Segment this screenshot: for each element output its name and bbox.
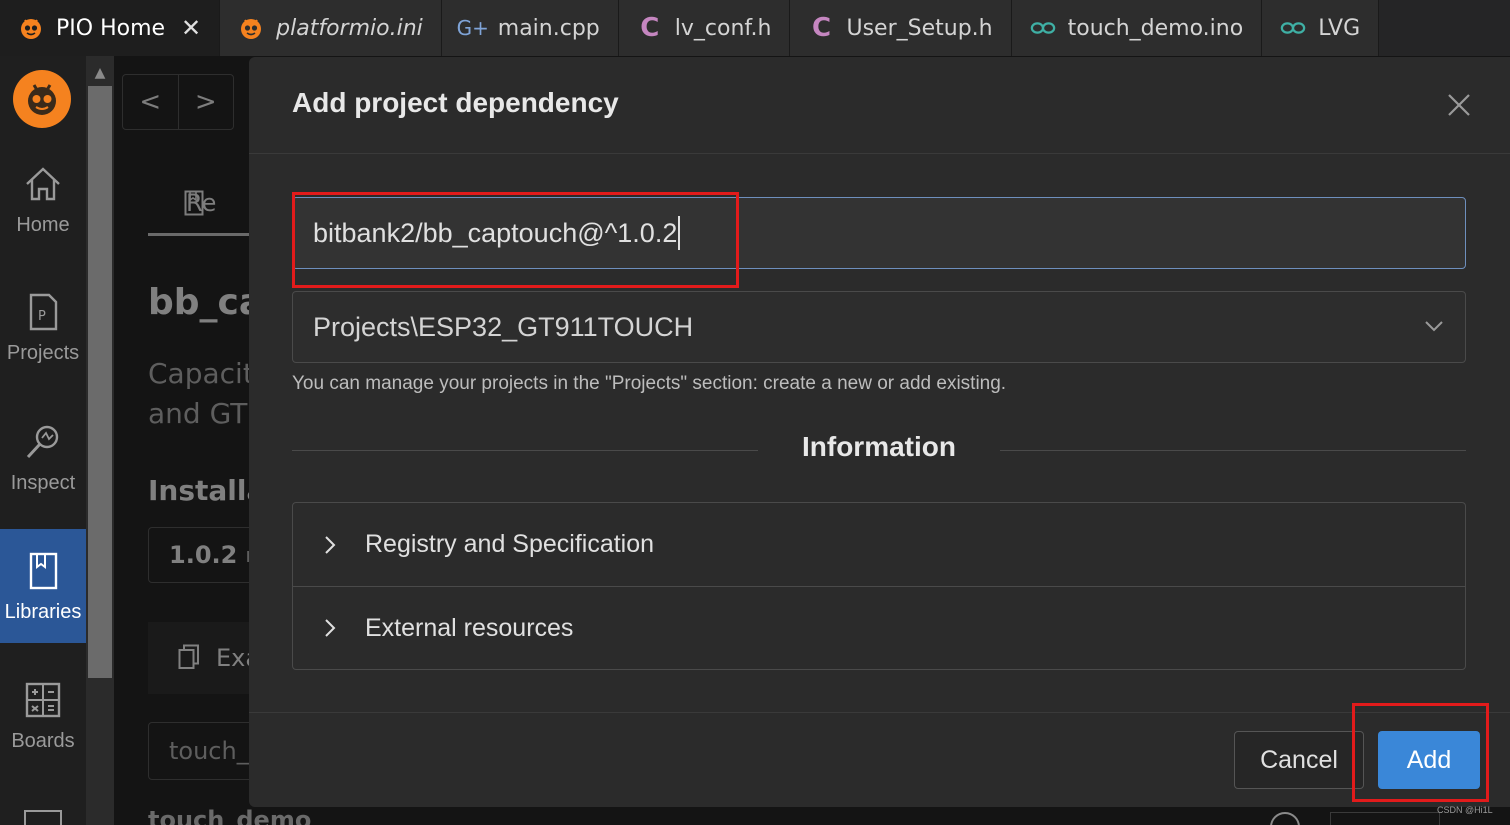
book-icon (184, 190, 204, 222)
arduino-file-icon (1030, 15, 1056, 41)
tab-lvg[interactable]: LVG (1262, 0, 1380, 56)
example-file-heading: touch_demo (148, 806, 312, 825)
platformio-logo[interactable] (13, 70, 71, 128)
tab-label: platformio.ini (276, 15, 423, 41)
accordion-registry-specification[interactable]: Registry and Specification (293, 503, 1465, 586)
history-nav: < > (122, 74, 234, 130)
chevron-right-icon (323, 533, 343, 557)
accordion-external-resources[interactable]: External resources (293, 586, 1465, 669)
copy-icon (178, 644, 200, 676)
tab-label: touch_demo.ino (1067, 15, 1244, 41)
dialog-footer: Cancel Add (249, 712, 1510, 807)
libraries-icon (21, 549, 65, 593)
chevron-right-icon (323, 616, 343, 640)
tab-pio-home[interactable]: PIO Home ✕ (0, 0, 221, 56)
description-line: and GT9 (148, 397, 266, 430)
library-title: bb_ca (148, 282, 264, 323)
project-value: Projects\ESP32_GT911TOUCH (313, 311, 694, 342)
scroll-up-icon[interactable]: ▲ (86, 62, 114, 84)
tab-touch-demo-ino[interactable]: touch_demo.ino (1011, 0, 1263, 56)
cancel-button[interactable]: Cancel (1234, 731, 1364, 789)
tab-label: LVG (1318, 15, 1361, 41)
tab-lv-conf-h[interactable]: C lv_conf.h (618, 0, 791, 56)
sidebar-item-home[interactable]: Home (0, 142, 86, 256)
devices-icon[interactable] (24, 810, 62, 825)
tab-label: PIO Home (56, 15, 166, 41)
sidebar-scrollbar[interactable]: ▲ (86, 56, 114, 825)
information-heading: Information (802, 431, 956, 462)
accordion-label: External resources (365, 613, 574, 642)
pio-sidebar: Home P Projects Inspect Libraries Boards (0, 56, 86, 825)
dialog-title: Add project dependency (292, 87, 619, 118)
dependency-value: bitbank2/bb_captouch@^1.0.2 (313, 217, 678, 248)
project-helper-text: You can manage your projects in the "Pro… (292, 373, 1007, 394)
close-icon[interactable] (1441, 87, 1477, 123)
boards-icon (21, 678, 65, 722)
back-button[interactable]: < (123, 75, 179, 129)
add-button[interactable]: Add (1378, 731, 1480, 789)
sidebar-item-projects[interactable]: P Projects (0, 270, 86, 384)
version-value: 1.0.2 (169, 541, 238, 569)
forward-button[interactable]: > (179, 75, 234, 129)
project-select[interactable]: Projects\ESP32_GT911TOUCH (292, 291, 1466, 363)
c-file-icon: C (811, 13, 832, 43)
sidebar-item-label: Boards (11, 729, 75, 752)
watermark: CSDN @Hi1L (1437, 805, 1493, 815)
library-description: Capaciti and GT9 (148, 354, 265, 434)
tab-user-setup-h[interactable]: C User_Setup.h (790, 0, 1012, 56)
tab-label: User_Setup.h (846, 15, 993, 41)
editor-tab-bar: PIO Home ✕ platformio.ini G+ main.cpp C … (0, 0, 1510, 56)
c-file-icon: C (640, 13, 660, 43)
text-caret (678, 216, 681, 250)
sidebar-item-libraries[interactable]: Libraries (0, 529, 86, 643)
scrollbar-thumb[interactable] (88, 86, 112, 678)
home-icon (21, 162, 65, 206)
sidebar-item-inspect[interactable]: Inspect (0, 400, 86, 514)
sidebar-item-boards[interactable]: Boards (0, 658, 86, 772)
sidebar-item-label: Inspect (10, 471, 76, 494)
information-accordion: Registry and Specification External reso… (292, 502, 1466, 670)
platformio-icon (18, 15, 44, 41)
tab-label: lv_conf.h (674, 15, 772, 41)
tab-main-cpp[interactable]: G+ main.cpp (441, 0, 619, 56)
cpp-file-icon: G+ (456, 16, 489, 40)
dialog-header: Add project dependency (249, 57, 1510, 154)
platformio-icon (238, 15, 264, 41)
add-dependency-dialog: Add project dependency bitbank2/bb_capto… (249, 57, 1510, 807)
close-icon[interactable]: ✕ (181, 14, 201, 42)
description-line: Capaciti (148, 357, 262, 390)
accordion-label: Registry and Specification (365, 530, 655, 558)
svg-text:P: P (38, 309, 46, 324)
arduino-file-icon (1280, 15, 1306, 41)
inspect-icon (21, 420, 65, 464)
chevron-down-icon (1423, 314, 1445, 345)
tab-platformio-ini[interactable]: platformio.ini (220, 0, 442, 56)
sidebar-item-label: Libraries (4, 600, 82, 623)
sidebar-item-label: Projects (6, 341, 80, 364)
sidebar-item-label: Home (16, 213, 70, 236)
dependency-input[interactable]: bitbank2/bb_captouch@^1.0.2 (292, 197, 1466, 269)
projects-icon: P (21, 290, 65, 334)
tab-readme[interactable]: Re (148, 172, 249, 236)
tab-label: main.cpp (497, 15, 600, 41)
bottom-panel-edge (1330, 812, 1440, 825)
